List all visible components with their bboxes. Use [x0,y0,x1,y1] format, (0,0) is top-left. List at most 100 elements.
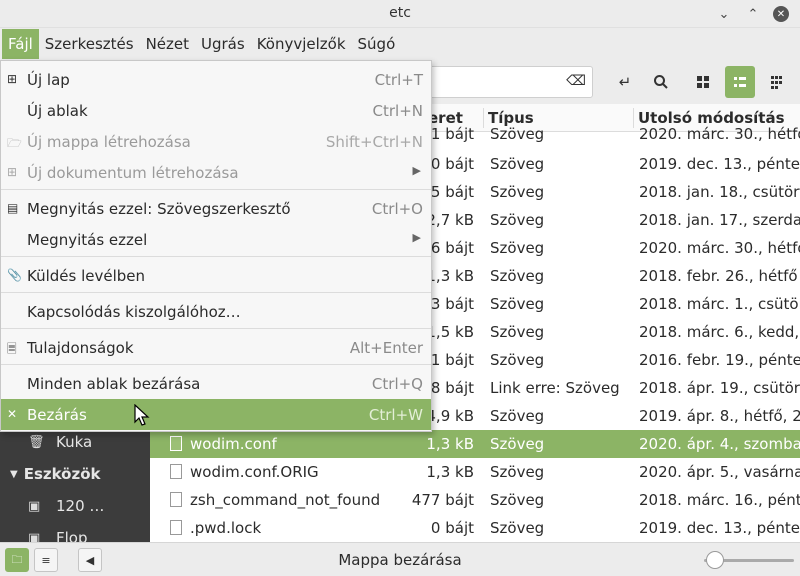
grid-icon [697,76,709,88]
menu-help[interactable]: Súgó [352,29,402,59]
tree-sidebar-button[interactable]: ≡ [34,548,58,572]
tree-icon: ≡ [41,553,51,567]
sidebar-item-trash[interactable]: 🗑 Kuka [0,428,150,456]
file-size: 1 bájt [430,125,474,143]
location-toggle-icon: ↵ [618,73,632,91]
menu-item-connect-server[interactable]: Kapcsolódás kiszolgálóhoz… [1,296,431,327]
file-type: Szöveg [490,519,545,537]
triangle-down-icon: ▼ [10,468,18,480]
submenu-arrow-icon: ▶ [412,231,421,244]
menu-item-shortcut: Ctrl+O [371,200,423,218]
file-type: Szöveg [490,239,545,257]
file-size: 4,9 kB [426,407,474,425]
sidebar-item-disk[interactable]: ▣ 120 … [0,492,150,520]
maximize-icon[interactable]: ⌃ [744,5,762,23]
table-row[interactable]: .pwd.lock 0 bájt Szöveg 2019. dec. 13., pén… [150,514,800,542]
file-type: Szöveg [490,295,545,313]
file-date: 2020. ápr. 5., vasárnap [639,463,800,481]
file-type: Szöveg [490,435,545,453]
menu-item-shortcut: Ctrl+N [372,102,423,120]
drive-icon: ▣ [28,498,41,514]
menu-item-shortcut: Alt+Enter [349,339,423,357]
file-size: 3 bájt [430,295,474,313]
icon-view-button[interactable] [688,66,718,98]
close-window-button[interactable]: ✕ [772,5,790,23]
menu-item-new-document[interactable]: ⊞ Új dokumentum létrehozása ▶ [1,157,431,188]
sidebar-section-label: Eszközök [23,465,101,483]
file-size: 1,3 kB [426,435,474,453]
menu-item-label: Új ablak [27,102,88,120]
file-type: Szöveg [490,463,545,481]
file-menu: ⊞ Új lap Ctrl+T Új ablak Ctrl+N 🗁 Új mappa lét… [0,60,432,432]
file-date: 2018. ápr. 19., csütörtök [639,379,800,397]
file-name: wodim.conf [190,435,277,453]
places-sidebar-button[interactable]: 🗀 [5,548,29,572]
new-tab-icon: ⊞ [7,72,18,86]
text-file-icon [170,492,182,507]
location-input[interactable]: ⌫ [420,66,593,98]
menu-file[interactable]: Fájl [2,29,39,59]
menu-go[interactable]: Ugrás [195,29,251,59]
file-type: Szöveg [490,211,545,229]
zoom-slider-handle[interactable] [706,551,724,569]
file-type: Szöveg [490,155,545,173]
text-file-icon [170,520,182,535]
file-type: Szöveg [490,183,545,201]
menu-item-new-tab[interactable]: ⊞ Új lap Ctrl+T [1,64,431,95]
file-size: 0 bájt [430,519,474,537]
menu-item-label: Megnyitás ezzel: Szövegszerkesztő [27,200,291,218]
file-type: Link erre: Szöveg [490,379,620,397]
menu-item-close-all[interactable]: Minden ablak bezárása Ctrl+Q [1,368,431,399]
menu-item-shortcut: Shift+Ctrl+N [325,133,423,151]
file-name: wodim.conf.ORIG [190,463,319,481]
menu-item-label: Új dokumentum létrehozása [27,164,239,182]
compact-view-button[interactable] [762,66,792,98]
menu-item-label: Új lap [27,71,70,89]
list-view-button[interactable] [725,66,755,98]
file-date: 2018. márc. 1., csütörtök [639,295,800,313]
file-type: Szöveg [490,125,545,143]
menu-item-properties[interactable]: 🗏 Tulajdonságok Alt+Enter [1,332,431,363]
title-bar: etc ⌄ ⌃ ✕ [0,0,800,28]
folder-new-icon: 🗁 [7,136,22,150]
submenu-arrow-icon: ▶ [412,164,421,177]
minimize-icon[interactable]: ⌄ [715,5,733,23]
file-size: 1,3 kB [426,267,474,285]
menu-item-label: Küldés levélben [27,267,146,285]
menu-edit[interactable]: Szerkesztés [39,29,140,59]
text-editor-icon: ▤ [7,201,19,215]
menu-bar: Fájl Szerkesztés Nézet Ugrás Könyvjelzők… [0,28,800,60]
file-size: 1 bájt [430,351,474,369]
sidebar-toggle-icon: ◀ [85,553,95,567]
sidebar-section-devices[interactable]: ▼ Eszközök [0,460,150,488]
text-file-icon [170,436,182,451]
window-title: etc [389,5,411,21]
clear-icon[interactable]: ⌫ [566,73,586,89]
menu-item-send-by-mail[interactable]: 📎 Küldés levélben [1,260,431,291]
menu-item-open-with[interactable]: Megnyitás ezzel ▶ [1,224,431,255]
menu-view[interactable]: Nézet [140,29,195,59]
table-row[interactable]: wodim.conf.ORIG 1,3 kB Szöveg 2020. ápr. 5.… [150,458,800,486]
file-type: Szöveg [490,407,545,425]
search-button[interactable] [646,66,676,98]
menu-bookmarks[interactable]: Könyvjelzők [251,29,352,59]
list-icon [734,77,746,87]
menu-item-label: Tulajdonságok [27,339,134,357]
file-type: Szöveg [490,267,545,285]
menu-item-new-window[interactable]: Új ablak Ctrl+N [1,95,431,126]
status-bar: 🗀 ≡ ◀ Mappa bezárása [0,542,800,576]
file-size: 1,3 kB [426,463,474,481]
menu-separator [1,256,431,257]
file-date: 2018. jan. 18., csütörtök [639,183,800,201]
menu-item-shortcut: Ctrl+W [368,406,423,424]
menu-item-open-with-editor[interactable]: ▤ Megnyitás ezzel: Szövegszerkesztő Ctrl+O [1,193,431,224]
toggle-location-button[interactable]: ↵ [610,66,640,98]
menu-item-close[interactable]: ✕ Bezárás Ctrl+W [1,399,431,430]
menu-separator [1,328,431,329]
menu-item-new-folder[interactable]: 🗁 Új mappa létrehozása Shift+Ctrl+N [1,126,431,157]
file-size: 1,5 kB [426,323,474,341]
file-type: Szöveg [490,323,545,341]
table-row[interactable]: zsh_command_not_found 477 bájt Szöveg 2018.… [150,486,800,514]
hide-sidebar-button[interactable]: ◀ [78,548,102,572]
table-row[interactable]: wodim.conf 1,3 kB Szöveg 2020. ápr. 4., szo… [150,430,800,458]
